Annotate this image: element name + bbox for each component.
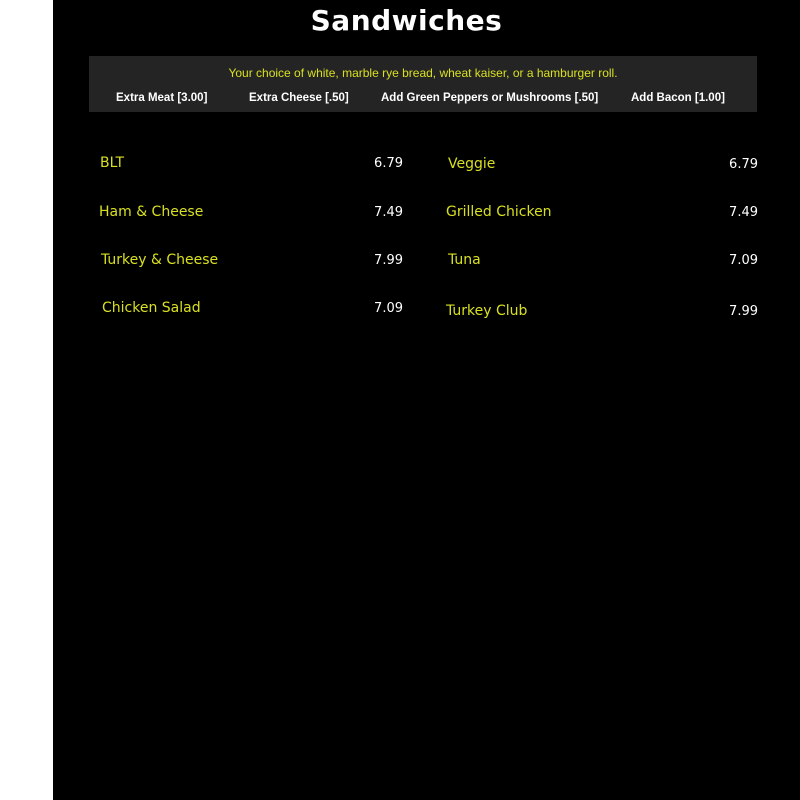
add-bacon-option: Add Bacon [1.00] bbox=[631, 92, 725, 104]
menu-item-name-blt: BLT bbox=[100, 155, 125, 171]
menu-item-name-turkey-club: Turkey Club bbox=[446, 303, 528, 319]
menu-item-price-turkey-cheese: 7.99 bbox=[374, 253, 403, 268]
menu-item-name-grilled-chicken: Grilled Chicken bbox=[446, 204, 552, 220]
menu-item-name-chicken-salad: Chicken Salad bbox=[102, 300, 201, 316]
menu-item-name-tuna: Tuna bbox=[448, 252, 481, 268]
menu-item-name-turkey-cheese: Turkey & Cheese bbox=[101, 252, 219, 268]
menu-item-name-veggie: Veggie bbox=[448, 156, 496, 172]
menu-board: Sandwiches Your choice of white, marble … bbox=[53, 0, 800, 800]
menu-item-price-veggie: 6.79 bbox=[729, 157, 758, 172]
menu-item-price-ham-cheese: 7.49 bbox=[374, 205, 403, 220]
menu-item-price-turkey-club: 7.99 bbox=[729, 304, 758, 319]
menu-item-price-grilled-chicken: 7.49 bbox=[729, 205, 758, 220]
extra-cheese-option: Extra Cheese [.50] bbox=[249, 92, 349, 104]
menu-item-price-tuna: 7.09 bbox=[729, 253, 758, 268]
add-peppers-mushrooms-option: Add Green Peppers or Mushrooms [.50] bbox=[381, 92, 599, 104]
menu-item-price-chicken-salad: 7.09 bbox=[374, 301, 403, 316]
menu-item-price-blt: 6.79 bbox=[374, 156, 403, 171]
bread-choice-note: Your choice of white, marble rye bread, … bbox=[228, 66, 618, 80]
page-title: Sandwiches bbox=[310, 4, 503, 37]
options-banner: Your choice of white, marble rye bread, … bbox=[89, 56, 757, 112]
menu-item-name-ham-cheese: Ham & Cheese bbox=[99, 204, 204, 220]
extra-meat-option: Extra Meat [3.00] bbox=[116, 92, 208, 104]
